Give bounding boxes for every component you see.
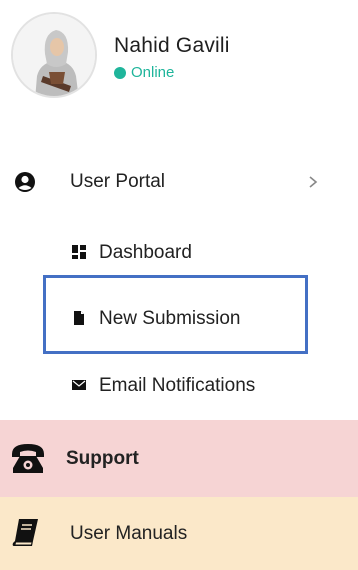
status-dot-icon — [114, 66, 126, 79]
sidebar-item-label: User Portal — [70, 171, 166, 192]
sidebar-item-support[interactable]: Support — [0, 420, 358, 497]
book-icon — [12, 519, 38, 546]
avatar[interactable] — [11, 12, 97, 98]
status-text: Online — [131, 64, 175, 81]
sidebar-item-label: Support — [66, 448, 139, 469]
sidebar-item-user-manuals[interactable]: User Manuals — [0, 497, 358, 570]
avatar-image — [13, 14, 95, 96]
sidebar-item-label: Email Notifications — [99, 375, 256, 396]
envelope-icon — [72, 380, 86, 390]
selection-highlight — [43, 275, 308, 354]
chevron-right-icon — [309, 176, 318, 188]
sidebar-item-dashboard[interactable]: Dashboard — [0, 232, 358, 272]
dashboard-grid-icon — [72, 245, 86, 259]
sidebar-item-email-notifications[interactable]: Email Notifications — [0, 365, 358, 405]
phone-icon — [12, 444, 44, 473]
user-circle-icon — [15, 172, 35, 192]
sidebar-item-label: Dashboard — [99, 242, 192, 263]
online-status: Online — [114, 64, 174, 81]
user-name: Nahid Gavili — [114, 34, 230, 57]
sidebar-item-label: User Manuals — [70, 523, 188, 544]
sidebar-item-user-portal[interactable]: User Portal — [0, 160, 358, 204]
user-profile: Nahid Gavili Online — [0, 0, 358, 130]
